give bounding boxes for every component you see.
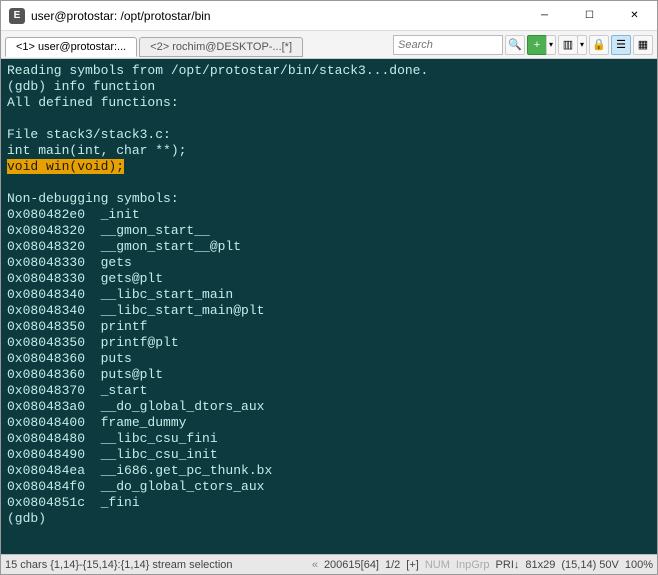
view-grid-icon[interactable]: ▦ bbox=[633, 35, 653, 55]
terminal-output[interactable]: Reading symbols from /opt/protostar/bin/… bbox=[1, 59, 657, 554]
window-titlebar: E user@protostar: /opt/protostar/bin ─ ☐… bbox=[1, 1, 657, 31]
status-page: 1/2 bbox=[385, 559, 400, 571]
status-modified: [+] bbox=[406, 559, 419, 571]
close-button[interactable]: ✕ bbox=[612, 1, 657, 31]
status-cursor: (15,14) 50V bbox=[561, 559, 618, 571]
layout-button[interactable]: ▥ bbox=[558, 35, 578, 55]
terminal-text-after: Non-debugging symbols: 0x080482e0 _init … bbox=[7, 191, 272, 526]
status-dims: 81x29 bbox=[525, 559, 555, 571]
tab-2[interactable]: <2> rochim@DESKTOP-...[*] bbox=[139, 37, 303, 57]
view-list-icon[interactable]: ☰ bbox=[611, 35, 631, 55]
status-num: NUM bbox=[425, 559, 450, 571]
window-controls: ─ ☐ ✕ bbox=[522, 1, 657, 31]
search-input[interactable] bbox=[393, 35, 503, 55]
status-pri: PRI↓ bbox=[496, 559, 520, 571]
toolbar: <1> user@protostar:... <2> rochim@DESKTO… bbox=[1, 31, 657, 59]
status-bar: 15 chars {1,14}-{15,14}:{1,14} stream se… bbox=[1, 554, 657, 574]
tab-1[interactable]: <1> user@protostar:... bbox=[5, 37, 137, 57]
highlighted-text: void win(void); bbox=[7, 159, 124, 174]
minimize-button[interactable]: ─ bbox=[522, 1, 567, 31]
maximize-button[interactable]: ☐ bbox=[567, 1, 612, 31]
status-docsize: 200615[64] bbox=[324, 559, 379, 571]
lock-icon[interactable]: 🔒 bbox=[589, 35, 609, 55]
search-go-icon[interactable]: 🔍 bbox=[505, 35, 525, 55]
add-button[interactable]: + bbox=[527, 35, 547, 55]
window-title: user@protostar: /opt/protostar/bin bbox=[31, 9, 522, 23]
terminal-text-before: Reading symbols from /opt/protostar/bin/… bbox=[7, 63, 428, 158]
layout-dropdown[interactable]: ▾ bbox=[577, 35, 587, 55]
status-selection: 15 chars {1,14}-{15,14}:{1,14} stream se… bbox=[5, 559, 233, 571]
app-icon: E bbox=[9, 8, 25, 24]
status-inpgrp: InpGrp bbox=[456, 559, 490, 571]
add-dropdown[interactable]: ▾ bbox=[546, 35, 556, 55]
status-zoom: 100% bbox=[625, 559, 653, 571]
